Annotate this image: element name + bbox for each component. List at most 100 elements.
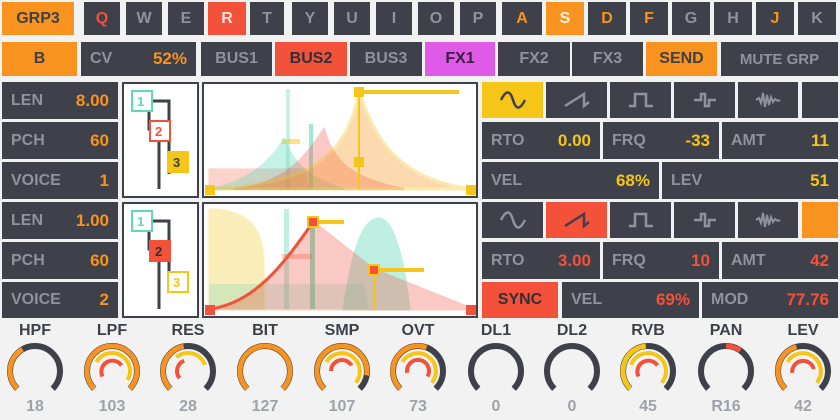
wave-extra-button[interactable] <box>802 202 838 238</box>
mod-label: MOD <box>711 291 749 308</box>
voice1-pch[interactable]: PCH 60 <box>2 122 118 159</box>
knob-ovt[interactable] <box>385 340 451 398</box>
voice1-rto[interactable]: RTO 0.00 <box>482 122 600 159</box>
frq-value: -33 <box>685 130 710 150</box>
vel-label: VEL <box>491 171 523 189</box>
envelope-node <box>466 305 476 315</box>
wave-saw-button[interactable] <box>546 82 607 118</box>
knob-pan[interactable] <box>693 340 759 398</box>
knob-lev[interactable] <box>770 340 836 398</box>
wave-sine-button[interactable] <box>482 202 543 238</box>
voice1-voice[interactable]: VOICE 1 <box>2 162 118 199</box>
voice2-amt[interactable]: AMT 42 <box>722 242 838 279</box>
knob-res[interactable] <box>155 340 221 398</box>
key-r[interactable]: R <box>208 2 246 35</box>
voice1-amt[interactable]: AMT 11 <box>722 122 838 159</box>
voice2-frq[interactable]: FRQ 10 <box>603 242 719 279</box>
route-label-2: 2 <box>155 124 163 139</box>
voice2-len[interactable]: LEN 1.00 <box>2 202 118 239</box>
voice1-lev[interactable]: LEV 51 <box>662 162 838 199</box>
len-value: 1.00 <box>75 210 109 230</box>
wave-pulse-button[interactable] <box>674 202 735 238</box>
rto-label: RTO <box>491 251 525 269</box>
bus-button-bus1[interactable]: BUS1 <box>201 42 272 76</box>
bus-button-fx2[interactable]: FX2 <box>498 42 570 76</box>
key-q[interactable]: Q <box>84 2 120 35</box>
key-u[interactable]: U <box>334 2 370 35</box>
saw-icon <box>563 211 590 229</box>
mute-group-button[interactable]: MUTE GRP <box>721 42 838 76</box>
voice2-rto[interactable]: RTO 3.00 <box>482 242 600 279</box>
voice2-envelope-panel[interactable] <box>202 202 478 318</box>
sync-button[interactable]: SYNC <box>482 282 558 318</box>
len-label: LEN <box>11 211 43 229</box>
voice2-routing-panel[interactable]: 1 2 3 <box>122 202 199 318</box>
knob-smp[interactable] <box>309 340 375 398</box>
route-label-3: 3 <box>173 275 181 290</box>
routing-diagram <box>131 210 189 309</box>
key-a[interactable]: A <box>502 2 542 35</box>
vel-value: 69% <box>655 290 690 309</box>
wave-extra-button[interactable] <box>802 82 838 118</box>
group-button[interactable]: GRP3 <box>2 2 74 35</box>
key-w[interactable]: W <box>126 2 162 35</box>
key-t[interactable]: T <box>250 2 284 35</box>
wave-saw-button[interactable] <box>546 202 607 238</box>
cv-control[interactable]: CV 52% <box>81 42 196 76</box>
voice2-pch[interactable]: PCH 60 <box>2 242 118 279</box>
knob-hpf[interactable] <box>2 340 68 398</box>
pch-label: PCH <box>11 131 45 149</box>
bus-button-fx3[interactable]: FX3 <box>572 42 643 76</box>
voice1-routing-panel[interactable]: 1 2 3 <box>122 82 199 198</box>
lev-label: LEV <box>671 171 703 189</box>
key-y[interactable]: Y <box>292 2 328 35</box>
wave-square-button[interactable] <box>610 202 671 238</box>
key-j[interactable]: J <box>756 2 794 35</box>
key-f[interactable]: F <box>630 2 668 35</box>
wave-noise-button[interactable] <box>738 82 798 118</box>
wave-noise-button[interactable] <box>738 202 798 238</box>
voice1-frq[interactable]: FRQ -33 <box>603 122 719 159</box>
knob-label-smp: SMP <box>324 322 360 339</box>
voice1-envelope-panel[interactable] <box>202 82 478 198</box>
envelope-graph <box>205 207 476 315</box>
vel-value: 68% <box>615 170 650 190</box>
bus-button-fx1[interactable]: FX1 <box>425 42 495 76</box>
route-label-1: 1 <box>137 94 145 109</box>
rto-value: 3.00 <box>557 250 591 270</box>
voice2-vel[interactable]: VEL 69% <box>562 282 699 318</box>
knob-label-bit: BIT <box>252 322 278 339</box>
key-k[interactable]: K <box>798 2 836 35</box>
key-o[interactable]: O <box>418 2 454 35</box>
key-i[interactable]: I <box>376 2 412 35</box>
voice2-mod[interactable]: MOD 77.76 <box>702 282 838 318</box>
b-button[interactable]: B <box>2 42 77 76</box>
key-p[interactable]: P <box>460 2 496 35</box>
wave-sine-button[interactable] <box>482 82 543 118</box>
sine-icon <box>499 211 526 229</box>
knob-rvb[interactable] <box>615 340 681 398</box>
knob-dl2[interactable] <box>539 340 605 398</box>
wave-pulse-button[interactable] <box>674 82 735 118</box>
send-button[interactable]: SEND <box>646 42 717 76</box>
key-e[interactable]: E <box>168 2 204 35</box>
route-label-3: 3 <box>173 155 181 170</box>
bus-button-bus2[interactable]: BUS2 <box>275 42 347 76</box>
knob-label-rvb: RVB <box>631 322 665 339</box>
knob-label-res: RES <box>171 322 205 339</box>
knob-dl1[interactable] <box>463 340 529 398</box>
route-label-2: 2 <box>155 244 163 259</box>
voice2-voice[interactable]: VOICE 2 <box>2 282 118 318</box>
key-h[interactable]: H <box>714 2 752 35</box>
bus-button-bus3[interactable]: BUS3 <box>350 42 422 76</box>
key-s[interactable]: S <box>546 2 584 35</box>
envelope-node <box>307 216 319 228</box>
key-d[interactable]: D <box>588 2 626 35</box>
key-g[interactable]: G <box>672 2 710 35</box>
wave-square-button[interactable] <box>610 82 671 118</box>
knob-bit[interactable] <box>232 340 298 398</box>
voice1-len[interactable]: LEN 8.00 <box>2 82 118 119</box>
voice1-vel[interactable]: VEL 68% <box>482 162 659 199</box>
knob-lpf[interactable] <box>79 340 145 398</box>
knob-label-ovt: OVT <box>401 322 435 339</box>
